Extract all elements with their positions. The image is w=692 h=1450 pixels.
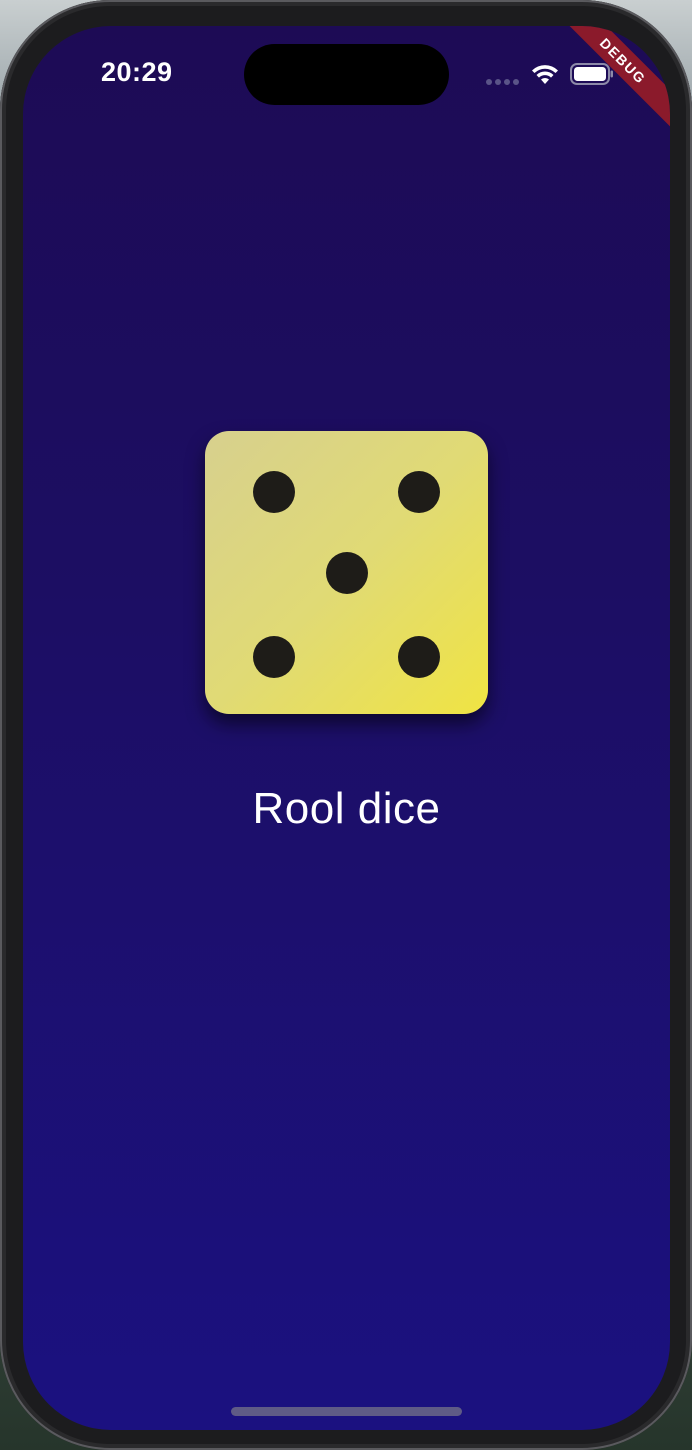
die-pip — [253, 471, 295, 513]
signal-dots-icon — [486, 79, 520, 85]
app-screen: 20:29 DEBUG Rool dice — [23, 26, 670, 1430]
die-pip — [398, 636, 440, 678]
die-pip — [398, 471, 440, 513]
phone-frame: 20:29 DEBUG Rool dice — [0, 0, 692, 1450]
die-pip — [326, 552, 368, 594]
die-pip — [253, 636, 295, 678]
dynamic-island — [244, 44, 449, 105]
status-time: 20:29 — [101, 57, 173, 87]
debug-banner-label: DEBUG — [560, 26, 670, 131]
roll-dice-button[interactable]: Rool dice — [23, 784, 670, 834]
wifi-icon — [532, 65, 558, 84]
home-indicator[interactable] — [231, 1407, 462, 1416]
debug-banner: DEBUG — [560, 26, 670, 136]
dice-five-icon[interactable] — [205, 431, 488, 714]
